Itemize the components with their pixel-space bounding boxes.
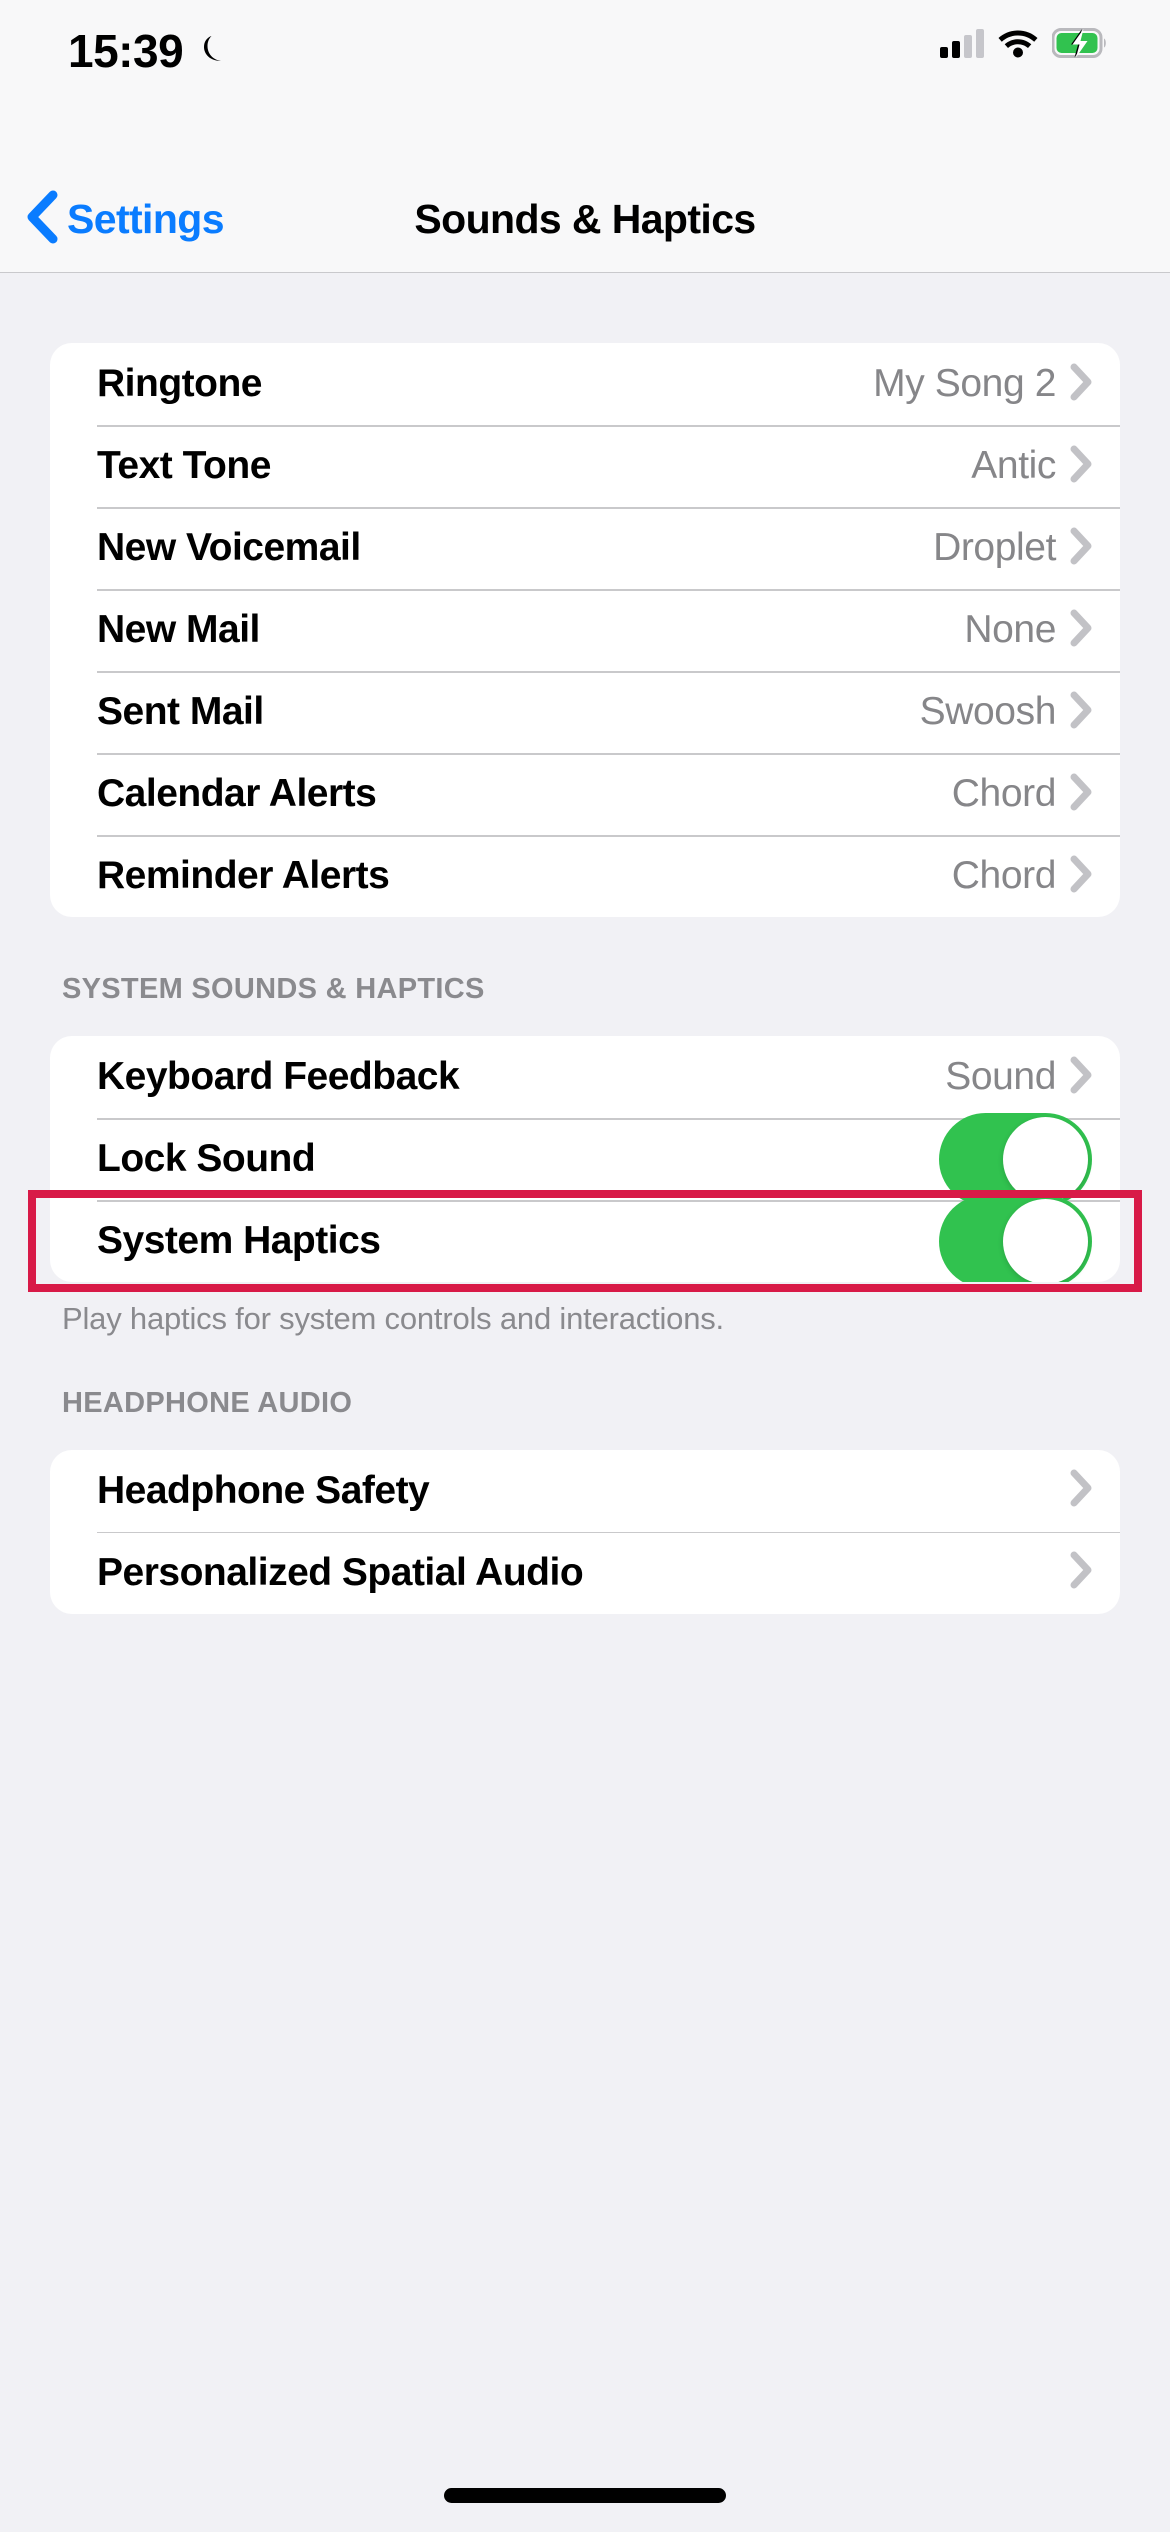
row-new-voicemail[interactable]: New Voicemail Droplet <box>50 507 1120 589</box>
chevron-right-icon <box>1070 1551 1092 1594</box>
row-label: System Haptics <box>97 1219 381 1262</box>
row-accessory <box>939 1112 1092 1206</box>
chevron-right-icon <box>1070 773 1092 816</box>
row-label: Sent Mail <box>97 690 264 733</box>
row-label: Reminder Alerts <box>97 854 390 897</box>
row-headphone-safety[interactable]: Headphone Safety <box>50 1450 1120 1532</box>
row-calendar-alerts[interactable]: Calendar Alerts Chord <box>50 753 1120 835</box>
section-header-system-sounds: SYSTEM SOUNDS & HAPTICS <box>62 973 485 1005</box>
row-accessory: Chord <box>952 854 1092 898</box>
row-keyboard-feedback[interactable]: Keyboard Feedback Sound <box>50 1036 1120 1118</box>
status-bar-clock: 15:39 <box>68 25 184 77</box>
back-button-label: Settings <box>67 195 225 242</box>
row-label: New Mail <box>97 608 260 651</box>
row-sent-mail[interactable]: Sent Mail Swoosh <box>50 671 1120 753</box>
crescent-moon-icon <box>196 34 230 68</box>
row-ringtone[interactable]: Ringtone My Song 2 <box>50 343 1120 425</box>
chevron-right-icon <box>1070 363 1092 406</box>
system-haptics-toggle[interactable] <box>939 1194 1092 1282</box>
row-value: None <box>964 608 1056 651</box>
chevron-right-icon <box>1070 691 1092 734</box>
row-accessory <box>1070 1551 1092 1594</box>
row-system-haptics[interactable]: System Haptics <box>50 1194 1120 1282</box>
status-bar-left: 15:39 <box>68 28 230 74</box>
row-personalized-spatial-audio[interactable]: Personalized Spatial Audio <box>50 1531 1120 1614</box>
row-value: Droplet <box>933 526 1056 569</box>
wifi-icon <box>998 28 1038 58</box>
iphone-screen: 15:39 Settings Sounds & Haptics Ringtone… <box>0 0 1170 2532</box>
row-label: Personalized Spatial Audio <box>97 1550 584 1594</box>
row-accessory: Antic <box>971 444 1092 488</box>
section-footer-system-haptics: Play haptics for system controls and int… <box>62 1301 724 1336</box>
section-headphone-audio: Headphone Safety Personalized Spatial Au… <box>50 1449 1120 1614</box>
row-new-mail[interactable]: New Mail None <box>50 589 1120 671</box>
row-value: Sound <box>945 1055 1056 1098</box>
toggle-knob <box>1003 1198 1088 1282</box>
section-tones: Ringtone My Song 2 Text Tone Antic New V… <box>50 343 1120 917</box>
row-value: Chord <box>951 854 1057 897</box>
row-accessory: Chord <box>952 772 1092 816</box>
row-label: Text Tone <box>97 444 271 487</box>
chevron-right-icon <box>1070 445 1092 488</box>
row-lock-sound[interactable]: Lock Sound <box>50 1112 1120 1206</box>
row-accessory: Swoosh <box>920 690 1092 734</box>
status-bar-right <box>940 28 1108 58</box>
row-value: Antic <box>971 444 1056 487</box>
chevron-left-icon <box>26 190 58 249</box>
row-label: Calendar Alerts <box>97 772 377 815</box>
row-label: Lock Sound <box>97 1137 316 1180</box>
chevron-right-icon <box>1070 1469 1092 1512</box>
section-system-sounds: Keyboard Feedback Sound Lock Sound Syste… <box>50 1036 1120 1282</box>
chevron-right-icon <box>1070 527 1092 570</box>
settings-list[interactable]: Ringtone My Song 2 Text Tone Antic New V… <box>0 273 1170 2532</box>
home-indicator <box>444 2488 726 2503</box>
row-accessory: None <box>964 608 1092 652</box>
section-header-headphone-audio: HEADPHONE AUDIO <box>62 1386 353 1419</box>
row-accessory <box>1070 1469 1092 1512</box>
lock-sound-toggle[interactable] <box>939 1112 1092 1206</box>
battery-charging-icon <box>1052 28 1108 58</box>
row-text-tone[interactable]: Text Tone Antic <box>50 425 1120 507</box>
row-label: New Voicemail <box>97 526 361 569</box>
row-value: Swoosh <box>919 690 1057 733</box>
cellular-signal-icon <box>940 28 984 58</box>
toggle-knob <box>1003 1116 1088 1202</box>
chevron-right-icon <box>1070 855 1092 898</box>
back-button[interactable]: Settings <box>26 165 225 273</box>
row-value: My Song 2 <box>873 362 1056 405</box>
row-accessory <box>939 1194 1092 1282</box>
row-label: Ringtone <box>97 362 262 405</box>
chevron-right-icon <box>1070 1056 1092 1099</box>
row-value: Chord <box>951 772 1057 815</box>
row-accessory: Sound <box>945 1055 1092 1099</box>
chevron-right-icon <box>1070 609 1092 652</box>
row-label: Keyboard Feedback <box>97 1055 460 1098</box>
navigation-bar: Settings Sounds & Haptics <box>0 165 1170 273</box>
row-accessory: My Song 2 <box>873 362 1092 406</box>
row-label: Headphone Safety <box>97 1468 430 1512</box>
row-reminder-alerts[interactable]: Reminder Alerts Chord <box>50 835 1120 917</box>
status-bar: 15:39 <box>0 0 1170 165</box>
row-accessory: Droplet <box>933 526 1092 570</box>
